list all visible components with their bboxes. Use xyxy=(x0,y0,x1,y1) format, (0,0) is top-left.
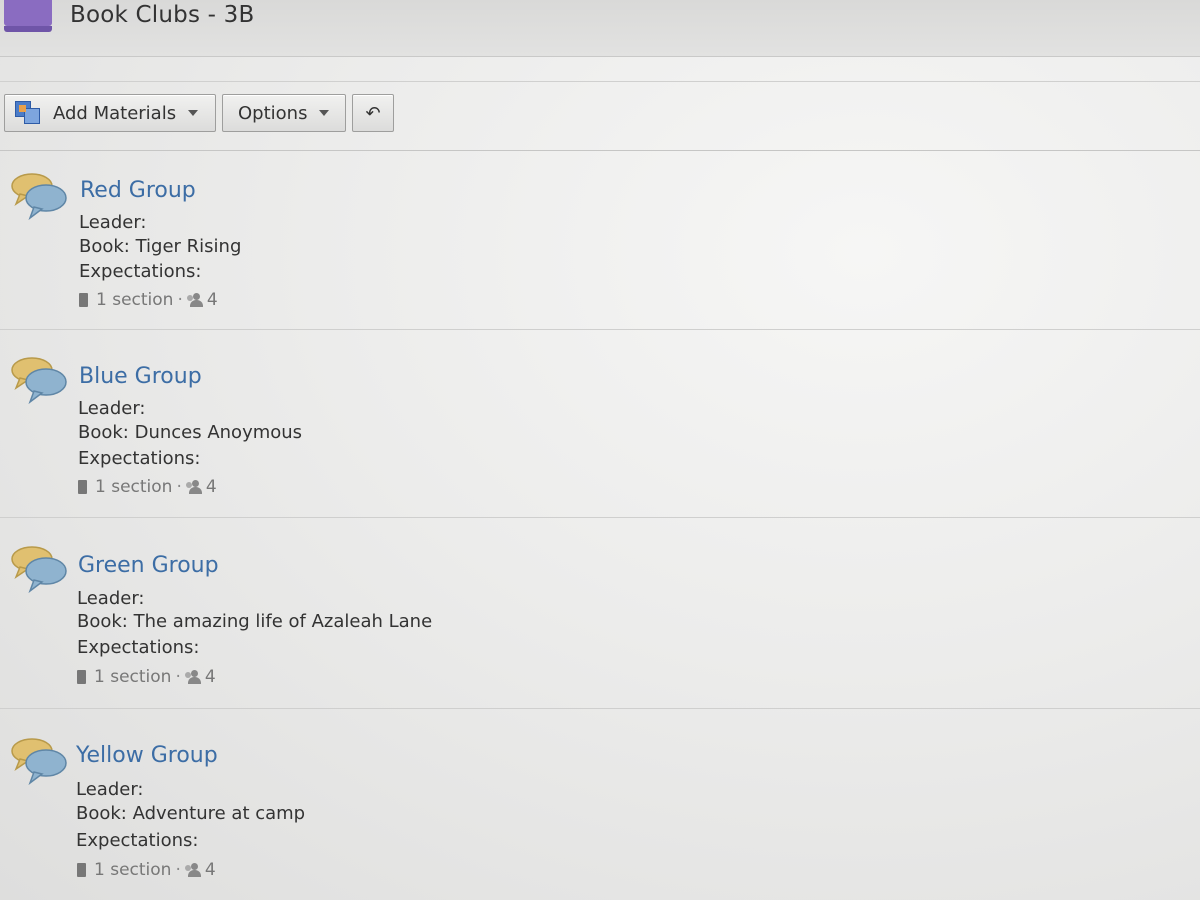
chevron-down-icon xyxy=(319,110,330,116)
add-materials-label: Add Materials xyxy=(53,102,177,124)
group-meta: 1 section · 4 xyxy=(77,860,216,880)
member-count: 4 xyxy=(204,667,216,687)
section-count: 1 section xyxy=(94,667,172,687)
book-icon xyxy=(77,670,86,684)
expectations-text: Expectations: xyxy=(78,448,201,469)
expectations-text: Expectations: xyxy=(77,637,200,658)
list-item: Yellow Group Leader: Book: Adventure at … xyxy=(0,737,1200,900)
header-bar: Book Clubs - 3B xyxy=(0,0,1200,57)
group-name-link[interactable]: Green Group xyxy=(78,553,219,578)
book-icon xyxy=(78,480,87,494)
sub-header-bar xyxy=(0,57,1200,82)
meta-separator: · xyxy=(175,667,181,687)
expectations-text: Expectations: xyxy=(79,261,202,282)
discussion-bubbles-icon xyxy=(11,546,67,593)
page-title: Book Clubs - 3B xyxy=(70,2,255,28)
list-item: Blue Group Leader: Book: Dunces Anoymous… xyxy=(0,356,1200,518)
book-icon xyxy=(77,863,86,877)
member-count: 4 xyxy=(206,290,218,310)
section-count: 1 section xyxy=(96,290,174,310)
add-materials-button[interactable]: Add Materials xyxy=(4,94,216,132)
section-count: 1 section xyxy=(95,477,173,497)
list-item: Green Group Leader: Book: The amazing li… xyxy=(0,545,1200,709)
meta-separator: · xyxy=(176,477,182,497)
chevron-down-icon xyxy=(188,110,199,116)
undo-button[interactable]: ↶ xyxy=(352,94,394,132)
leader-text: Leader: xyxy=(77,588,145,609)
people-icon xyxy=(186,293,205,307)
member-count: 4 xyxy=(205,477,217,497)
member-count: 4 xyxy=(204,860,216,880)
meta-separator: · xyxy=(175,860,181,880)
group-meta: 1 section · 4 xyxy=(78,477,217,497)
leader-text: Leader: xyxy=(76,779,144,800)
list-item: Red Group Leader: Book: Tiger Rising Exp… xyxy=(0,172,1200,330)
expectations-text: Expectations: xyxy=(76,830,199,851)
row-divider xyxy=(0,708,1200,709)
group-meta: 1 section · 4 xyxy=(77,667,216,687)
options-label: Options xyxy=(238,102,308,124)
book-text: Book: Dunces Anoymous xyxy=(78,422,303,443)
book-text: Book: The amazing life of Azaleah Lane xyxy=(77,611,433,632)
toolbar-divider xyxy=(0,150,1200,151)
people-icon xyxy=(184,863,203,877)
book-icon xyxy=(79,293,88,307)
people-icon xyxy=(184,670,203,684)
leader-text: Leader: xyxy=(79,212,147,233)
options-button[interactable]: Options xyxy=(222,94,346,132)
discussion-bubbles-icon xyxy=(11,173,67,220)
undo-icon: ↶ xyxy=(365,102,381,124)
discussion-bubbles-icon xyxy=(11,357,67,404)
row-divider xyxy=(0,517,1200,518)
book-text: Book: Tiger Rising xyxy=(79,236,242,257)
folder-icon xyxy=(4,0,52,32)
group-meta: 1 section · 4 xyxy=(79,290,218,310)
meta-separator: · xyxy=(177,290,183,310)
section-count: 1 section xyxy=(94,860,172,880)
group-name-link[interactable]: Red Group xyxy=(80,178,196,203)
leader-text: Leader: xyxy=(78,398,146,419)
people-icon xyxy=(185,480,204,494)
discussion-bubbles-icon xyxy=(11,738,67,785)
add-materials-icon xyxy=(15,101,41,125)
book-text: Book: Adventure at camp xyxy=(76,803,306,824)
group-name-link[interactable]: Yellow Group xyxy=(76,743,218,768)
group-name-link[interactable]: Blue Group xyxy=(79,364,202,389)
page: Book Clubs - 3B Add Materials Options ↶ … xyxy=(0,0,1200,900)
row-divider xyxy=(0,329,1200,330)
